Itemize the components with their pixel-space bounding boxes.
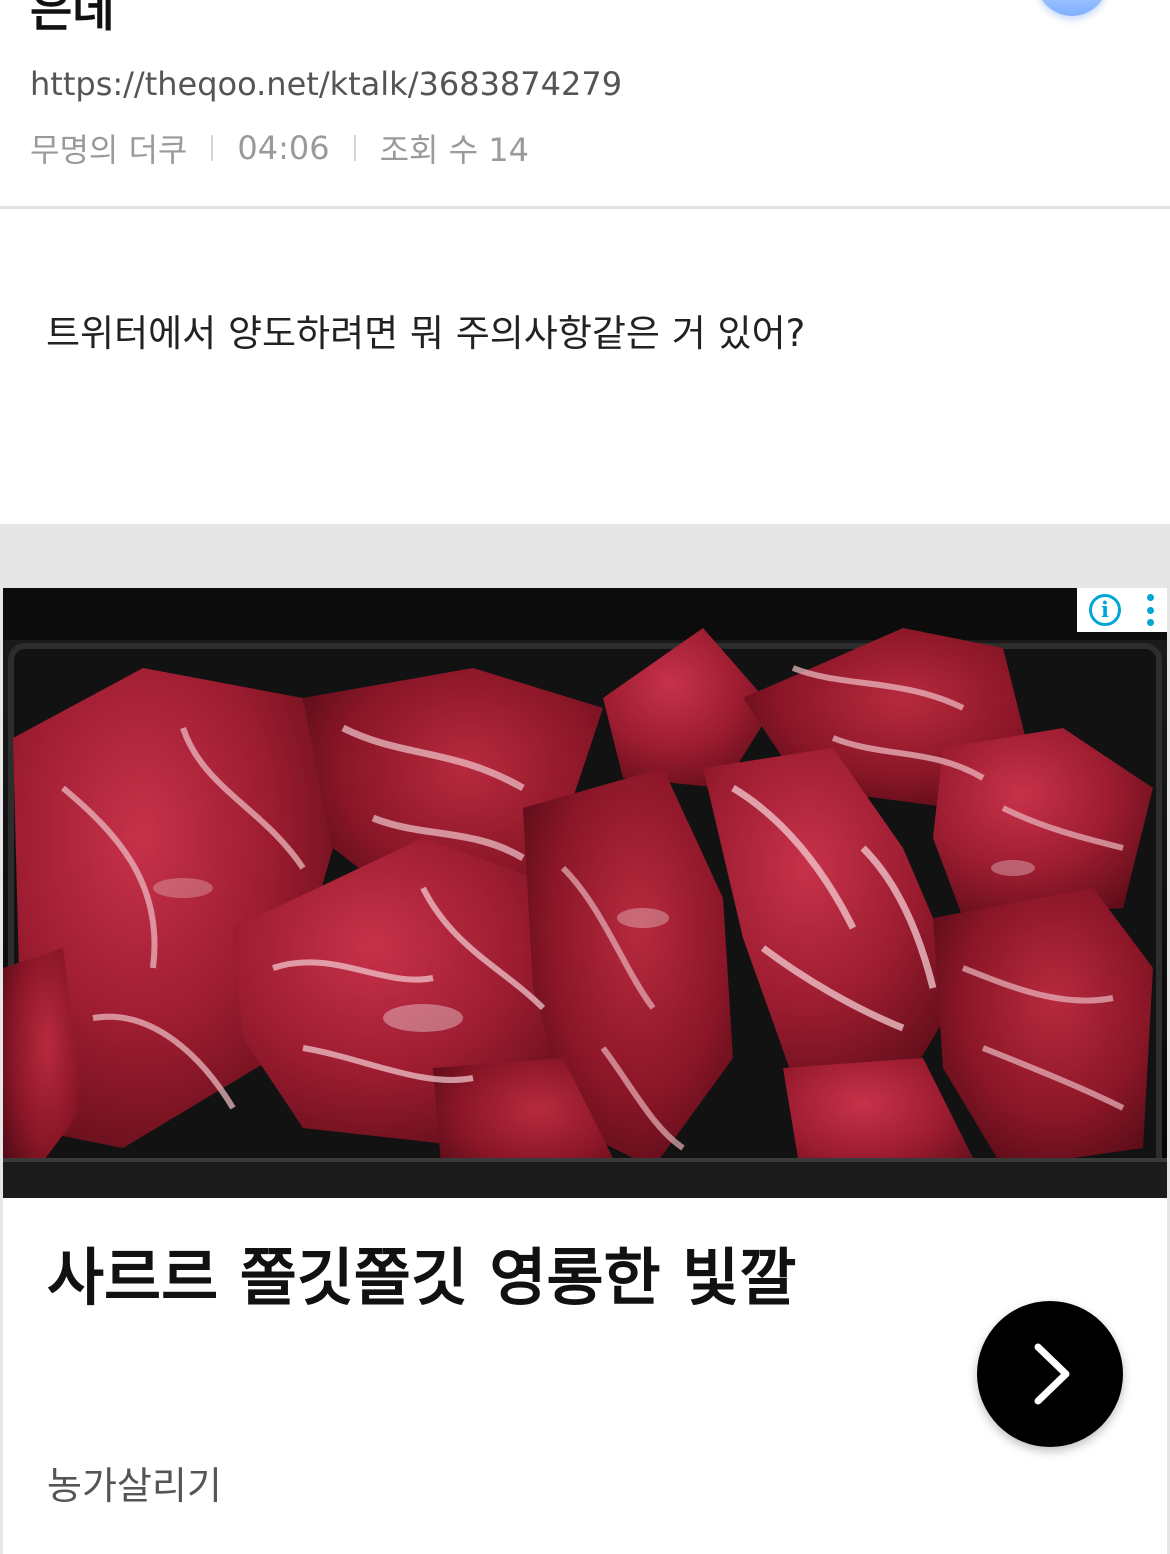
post-body-text: 트위터에서 양도하려면 뭐 주의사항같은 거 있어? — [46, 312, 806, 355]
post-meta: 무명의 더쿠 04:06 조회 수 14 — [30, 125, 529, 171]
info-icon[interactable]: i — [1089, 594, 1121, 626]
post-views: 조회 수 14 — [379, 131, 529, 169]
kebab-menu-icon[interactable] — [1145, 594, 1155, 626]
post-author[interactable]: 무명의 더쿠 — [30, 125, 187, 171]
header-divider — [0, 206, 1170, 209]
meta-divider — [353, 135, 356, 161]
post-url-link[interactable]: https://theqoo.net/ktalk/3683874279 — [30, 64, 622, 104]
page: 은데 https://theqoo.net/ktalk/3683874279 무… — [0, 0, 1170, 1554]
floating-action-button[interactable] — [1036, 0, 1108, 16]
ad-image-beef[interactable] — [3, 588, 1167, 1198]
ad-headline[interactable]: 사르르 쫄깃쫄깃 영롱한 빛깔 — [47, 1224, 867, 1332]
ad-advertiser[interactable]: 농가살리기 — [47, 1462, 222, 1510]
post-time: 04:06 — [237, 129, 330, 167]
meta-divider — [211, 135, 214, 161]
ad-cta-button[interactable] — [977, 1301, 1123, 1447]
ad-card[interactable]: i 사르르 쫄깃쫄깃 영롱한 빛깔 농가살리기 — [3, 588, 1167, 1554]
post-title: 은데 — [30, 0, 115, 37]
ad-choices[interactable]: i — [1077, 588, 1167, 632]
chevron-right-icon — [1034, 1343, 1070, 1405]
